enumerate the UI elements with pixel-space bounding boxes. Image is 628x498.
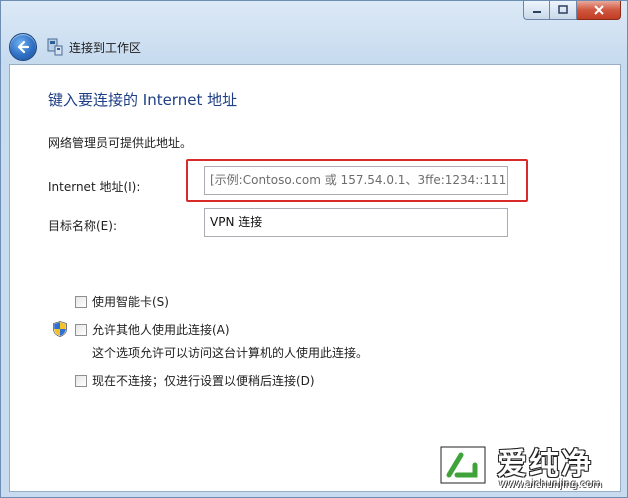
maximize-button[interactable] [550,1,577,20]
address-label: Internet 地址(I): [48,180,141,194]
watermark-logo-icon [439,445,487,485]
wizard-content: 键入要连接的 Internet 地址 网络管理员可提供此地址。 Internet… [9,64,621,492]
back-button[interactable] [9,33,37,61]
watermark: 爱纯净 www.aichunjing.com [431,437,627,495]
smart-card-option[interactable]: 使用智能卡(S) [75,293,169,310]
allow-others-checkbox[interactable] [75,323,87,336]
watermark-url: www.aichunjing.com [499,479,602,490]
window-title: 连接到工作区 [69,40,142,55]
smart-card-label: 使用智能卡(S) [92,295,169,309]
annotation-highlight-box [186,159,528,202]
allow-others-label: 允许其他人使用此连接(A) [92,323,230,337]
minimize-icon [532,11,541,13]
network-icon [47,38,63,56]
dialog-window: 连接到工作区 键入要连接的 Internet 地址 网络管理员可提供此地址。 I… [0,0,628,498]
caption-buttons [523,1,621,20]
close-icon [593,5,604,15]
minimize-button[interactable] [523,1,550,20]
uac-shield-icon [53,321,67,337]
back-arrow-icon [17,40,30,54]
destination-name-input[interactable]: VPN 连接 [204,208,508,237]
allow-others-option[interactable]: 允许其他人使用此连接(A) [75,321,230,338]
page-heading: 键入要连接的 Internet 地址 [48,91,238,109]
close-button[interactable] [577,1,621,20]
smart-card-checkbox[interactable] [75,295,87,308]
navigation-bar: 连接到工作区 [9,31,141,63]
dont-connect-option[interactable]: 现在不连接；仅进行设置以便稍后连接(D) [75,372,315,389]
allow-others-note: 这个选项允许可以访问这台计算机的人使用此连接。 [92,346,369,360]
destination-label: 目标名称(E): [48,219,117,233]
page-description: 网络管理员可提供此地址。 [48,136,193,150]
dont-connect-label: 现在不连接；仅进行设置以便稍后连接(D) [92,374,315,388]
maximize-icon [558,5,568,14]
watermark-brand: 爱纯净 [497,447,593,482]
dont-connect-checkbox[interactable] [75,374,87,387]
